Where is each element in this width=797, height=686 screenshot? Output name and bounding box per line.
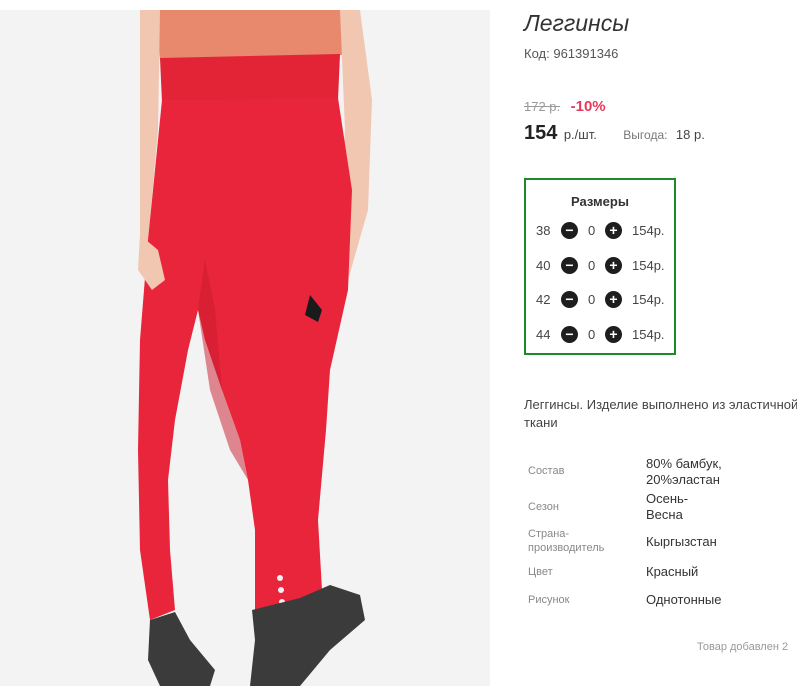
code-label: Код: (524, 46, 550, 61)
size-row: 40 − 0 + 154р. (526, 256, 674, 276)
plus-circle-icon[interactable]: + (605, 257, 622, 274)
old-price-row: 172 р. -10% (524, 98, 606, 116)
size-number: 38 (536, 223, 551, 238)
minus-circle-icon[interactable]: − (561, 291, 578, 308)
product-photo (0, 10, 490, 686)
old-price: 172 р. (524, 99, 561, 114)
size-price: 154р. (632, 223, 665, 238)
plus-circle-icon[interactable]: + (605, 291, 622, 308)
price-value: 154 (524, 122, 558, 144)
minus-circle-icon[interactable]: − (561, 222, 578, 239)
price-row: 154 р./шт. Выгода: 18 р. (524, 122, 705, 145)
attribute-value: Кыргызстан (646, 534, 717, 549)
code-value: 961391346 (553, 46, 619, 61)
size-number: 44 (536, 327, 551, 342)
size-row: 42 − 0 + 154р. (526, 290, 674, 310)
added-date-note: Товар добавлен 2 (697, 641, 789, 653)
attribute-label: Страна-производитель (528, 528, 605, 554)
minus-circle-icon[interactable]: − (561, 326, 578, 343)
size-price: 154р. (632, 327, 665, 342)
attribute-value: 80% бамбук, 20%эластан (646, 456, 722, 487)
plus-circle-icon[interactable]: + (605, 222, 622, 239)
price-unit: р./шт. (563, 127, 597, 142)
size-quantity: 0 (588, 258, 596, 273)
attribute-label: Цвет (528, 566, 553, 578)
size-quantity: 0 (588, 327, 596, 342)
product-title: Леггинсы (524, 10, 630, 36)
attribute-label: Сезон (528, 501, 559, 513)
size-row: 44 − 0 + 154р. (526, 325, 674, 345)
plus-circle-icon[interactable]: + (605, 326, 622, 343)
minus-circle-icon[interactable]: − (561, 257, 578, 274)
size-price: 154р. (632, 258, 665, 273)
benefit-label: Выгода: (623, 128, 668, 142)
attribute-value: Красный (646, 564, 699, 579)
size-quantity: 0 (588, 292, 596, 307)
size-price: 154р. (632, 292, 665, 307)
attribute-value: Осень-Весна (646, 491, 689, 522)
attribute-value: Однотонные (646, 592, 722, 607)
discount-badge: -10% (570, 98, 606, 115)
benefit-value: 18 р. (675, 127, 705, 142)
size-quantity: 0 (588, 223, 596, 238)
sizes-title: Размеры (571, 194, 629, 209)
attribute-label: Состав (528, 465, 565, 477)
size-number: 40 (536, 258, 551, 273)
attribute-label: Рисунок (528, 594, 570, 606)
leggings-illustration (0, 10, 490, 686)
product-description: Леггинсы. Изделие выполнено из эластично… (524, 397, 797, 430)
sizes-box: Размеры 38 − 0 + 154р. 40 − 0 + 154р. 42… (524, 178, 676, 355)
product-code: Код: 961391346 (524, 46, 618, 61)
size-row: 38 − 0 + 154р. (526, 221, 674, 241)
size-number: 42 (536, 292, 551, 307)
